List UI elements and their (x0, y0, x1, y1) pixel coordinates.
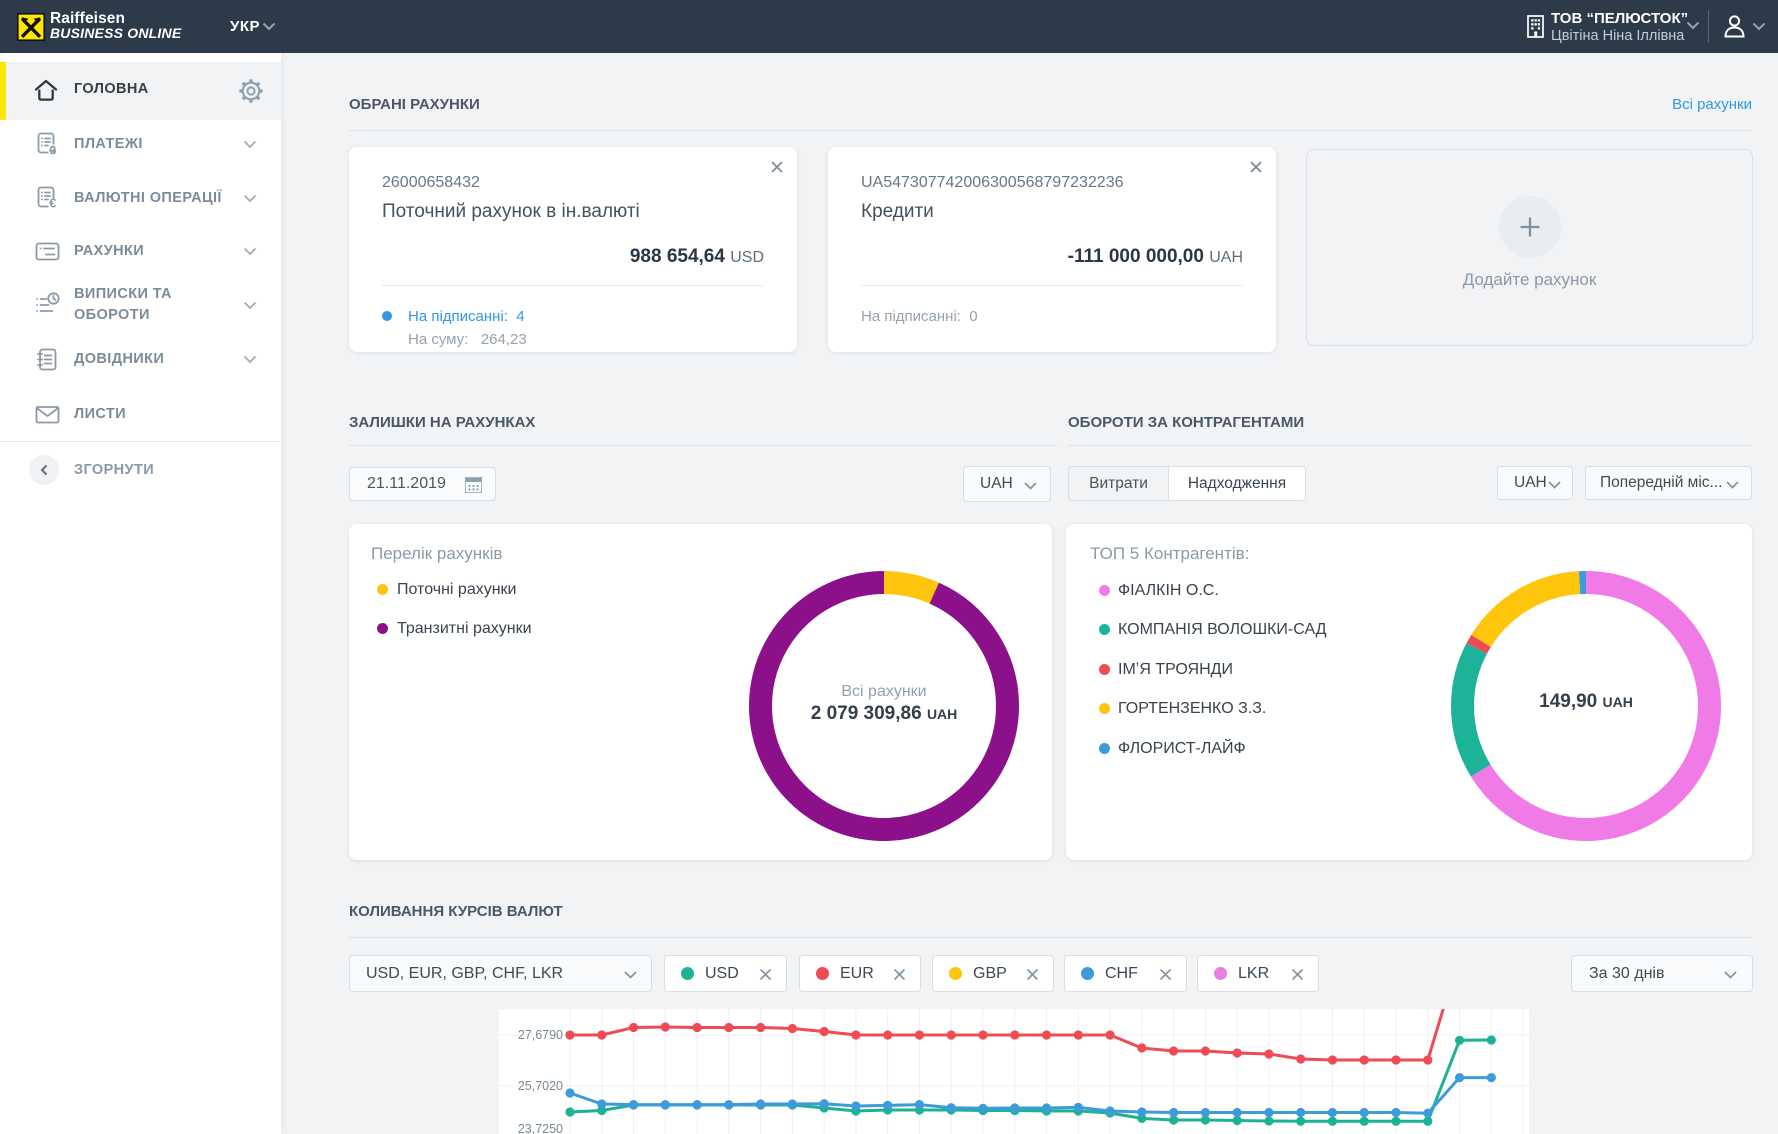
svg-text:Всі рахунки: Всі рахунки (841, 683, 926, 700)
svg-text:€: € (49, 197, 56, 211)
svg-text:149,90 UAH: 149,90 UAH (1539, 691, 1633, 712)
svg-text:27,6790: 27,6790 (518, 1028, 563, 1042)
svg-text:2 079 309,86 UAH: 2 079 309,86 UAH (811, 703, 958, 724)
svg-text:25,7020: 25,7020 (518, 1079, 563, 1093)
svg-text:23,7250: 23,7250 (518, 1122, 563, 1134)
